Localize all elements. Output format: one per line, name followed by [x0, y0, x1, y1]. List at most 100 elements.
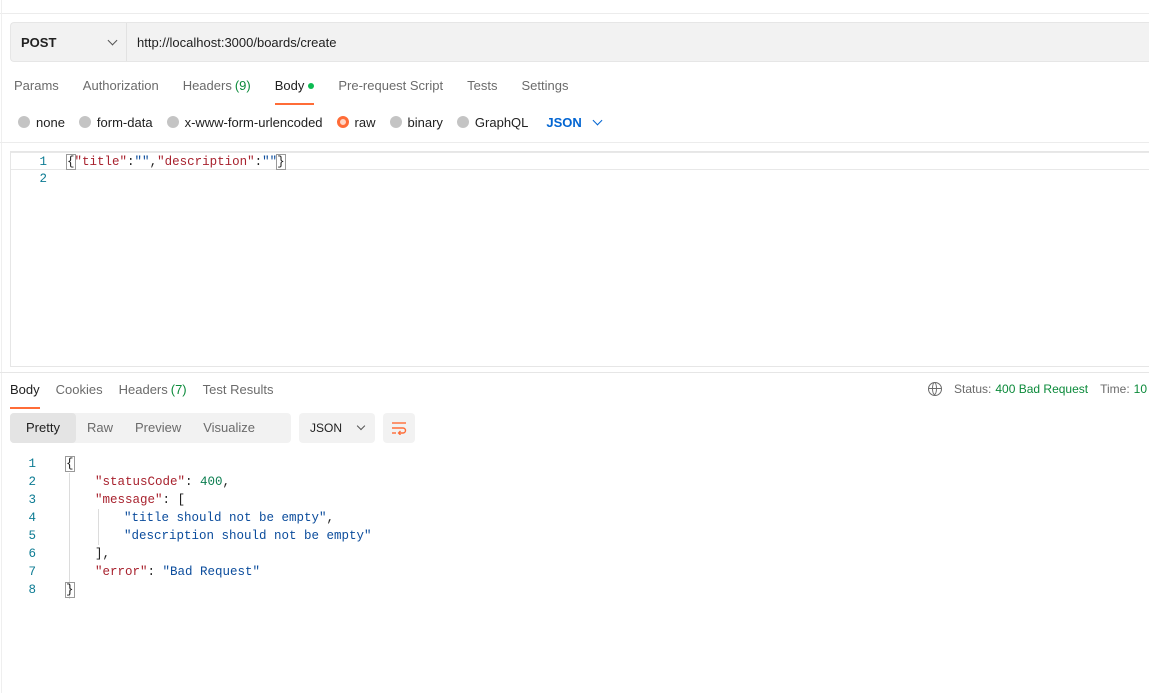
response-line: 7 "error": "Bad Request"	[0, 563, 1149, 581]
radio-label: GraphQL	[474, 114, 529, 130]
line-number: 4	[28, 511, 36, 525]
json-string: "title should not be empty"	[124, 511, 327, 525]
chevron-down-icon	[356, 421, 366, 431]
line-number: 2	[39, 172, 47, 186]
response-line: 6 ],	[0, 545, 1149, 563]
line-text: }	[65, 581, 75, 599]
response-line: 2 "statusCode": 400,	[0, 473, 1149, 491]
top-divider	[0, 13, 1149, 14]
response-line: 5 "description should not be empty"	[0, 527, 1149, 545]
bracket: ],	[95, 547, 111, 561]
method-select[interactable]: POST	[11, 23, 127, 61]
headers-count: (9)	[234, 78, 251, 93]
body-format-dropdown[interactable]: JSON	[546, 114, 603, 130]
json-key: "title"	[74, 155, 128, 169]
radio-form-data[interactable]: form-data	[78, 114, 153, 130]
tab-test-results[interactable]: Test Results	[203, 380, 274, 404]
brace: {	[66, 154, 76, 170]
line-number: 7	[28, 565, 36, 579]
request-body-editor[interactable]: 1 {"title":"","description":""} 2	[10, 151, 1149, 367]
view-raw-button[interactable]: Raw	[76, 413, 124, 443]
method-label: POST	[21, 34, 57, 50]
response-tabs: Body Cookies Headers (7) Test Results	[10, 380, 289, 409]
tab-authorization[interactable]: Authorization	[83, 76, 159, 100]
radio-raw[interactable]: raw	[336, 114, 376, 130]
time-value[interactable]: 10 r	[1134, 382, 1149, 396]
brace: }	[276, 154, 286, 170]
radio-x-www-form-urlencoded[interactable]: x-www-form-urlencoded	[166, 115, 323, 130]
tab-label: Authorization	[82, 78, 159, 93]
radio-circle	[18, 116, 30, 128]
json-string: ""	[262, 155, 278, 169]
radio-binary[interactable]: binary	[389, 115, 443, 130]
json-key: "error"	[95, 565, 148, 579]
radio-circle	[456, 116, 469, 128]
colon: :	[254, 155, 263, 169]
body-modified-indicator	[308, 82, 315, 89]
editor-line: 2	[11, 170, 1149, 188]
request-tabs: Params Authorization Headers (9) Body Pre…	[14, 76, 592, 105]
line-text: "message": [	[95, 493, 186, 507]
json-string: "description should not be empty"	[124, 529, 372, 543]
time-label: Time:	[1100, 382, 1130, 396]
status-value[interactable]: 400 Bad Request	[995, 382, 1088, 396]
json-key: "statusCode"	[95, 475, 186, 489]
request-bar: POST	[10, 22, 1149, 62]
radio-graphql[interactable]: GraphQL	[456, 114, 529, 130]
radio-circle	[78, 116, 91, 128]
pane-divider[interactable]	[0, 372, 1149, 373]
tab-params[interactable]: Params	[14, 76, 59, 100]
line-text: "title should not be empty",	[124, 511, 335, 525]
response-format-label: JSON	[310, 421, 343, 435]
view-preview-button[interactable]: Preview	[124, 413, 192, 443]
tab-label: Settings	[521, 78, 569, 93]
response-format-dropdown[interactable]: JSON	[299, 413, 375, 443]
response-body-viewer[interactable]: 1 { 2 "statusCode": 400, 3 "message": [ …	[0, 455, 1149, 605]
json-string: "Bad Request"	[162, 565, 261, 579]
tab-pre-request-script[interactable]: Pre-request Script	[338, 76, 443, 100]
view-mode-selector: Pretty Raw Preview Visualize	[10, 413, 291, 443]
editor-line: 1 {"title":"","description":""}	[11, 152, 1149, 170]
body-format-label: JSON	[546, 114, 582, 130]
line-number: 1	[28, 457, 36, 471]
radio-label: form-data	[96, 114, 153, 130]
line-text: ],	[95, 545, 110, 563]
line-number: 3	[28, 493, 36, 507]
tab-label: Test Results	[202, 382, 274, 397]
radio-label: none	[36, 114, 65, 130]
bracket: [	[177, 493, 186, 507]
line-text: "error": "Bad Request"	[95, 565, 261, 579]
radio-label: raw	[354, 114, 376, 130]
url-input[interactable]	[127, 23, 1149, 61]
tab-response-headers[interactable]: Headers (7)	[119, 380, 187, 404]
line-text: {"title":"","description":""}	[66, 153, 286, 171]
response-status: Status: 400 Bad Request Time: 10 r	[928, 380, 1149, 398]
radio-circle	[389, 116, 402, 128]
radio-none[interactable]: none	[18, 115, 65, 130]
tab-headers[interactable]: Headers (9)	[183, 76, 251, 100]
tab-cookies[interactable]: Cookies	[56, 380, 103, 404]
tab-body[interactable]: Body	[274, 76, 315, 105]
radio-circle	[166, 116, 179, 128]
chevron-down-icon	[107, 35, 118, 45]
tab-label: Body	[10, 382, 40, 397]
tab-label: Cookies	[55, 382, 103, 397]
line-text: "statusCode": 400,	[95, 475, 231, 489]
radio-circle-selected	[336, 116, 349, 128]
json-number: 400	[200, 475, 223, 489]
line-number: 6	[28, 547, 36, 561]
view-pretty-button[interactable]: Pretty	[10, 413, 76, 443]
globe-icon[interactable]	[928, 382, 942, 396]
view-visualize-button[interactable]: Visualize	[192, 413, 266, 443]
chevron-down-icon	[592, 115, 603, 125]
status-label: Status:	[954, 382, 992, 396]
line-number: 1	[39, 155, 47, 169]
line-number: 8	[28, 583, 36, 597]
response-line: 8 }	[0, 581, 1149, 599]
tab-settings[interactable]: Settings	[521, 76, 568, 100]
headers-count: (7)	[170, 382, 187, 397]
line-number: 5	[28, 529, 36, 543]
tab-tests[interactable]: Tests	[467, 76, 497, 100]
wrap-lines-button[interactable]	[383, 413, 415, 443]
tab-response-body[interactable]: Body	[10, 380, 40, 409]
